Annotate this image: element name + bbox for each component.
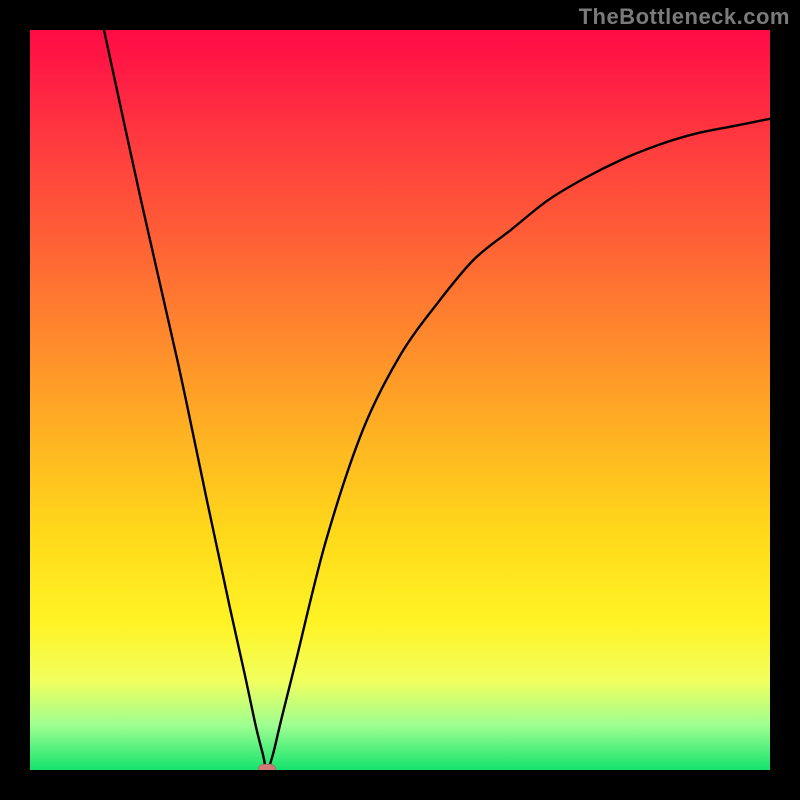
minimum-marker [258,764,276,770]
curve-layer [30,30,770,770]
plot-area [30,30,770,770]
chart-frame: TheBottleneck.com [0,0,800,800]
watermark-text: TheBottleneck.com [579,4,790,30]
bottleneck-curve [104,30,770,770]
